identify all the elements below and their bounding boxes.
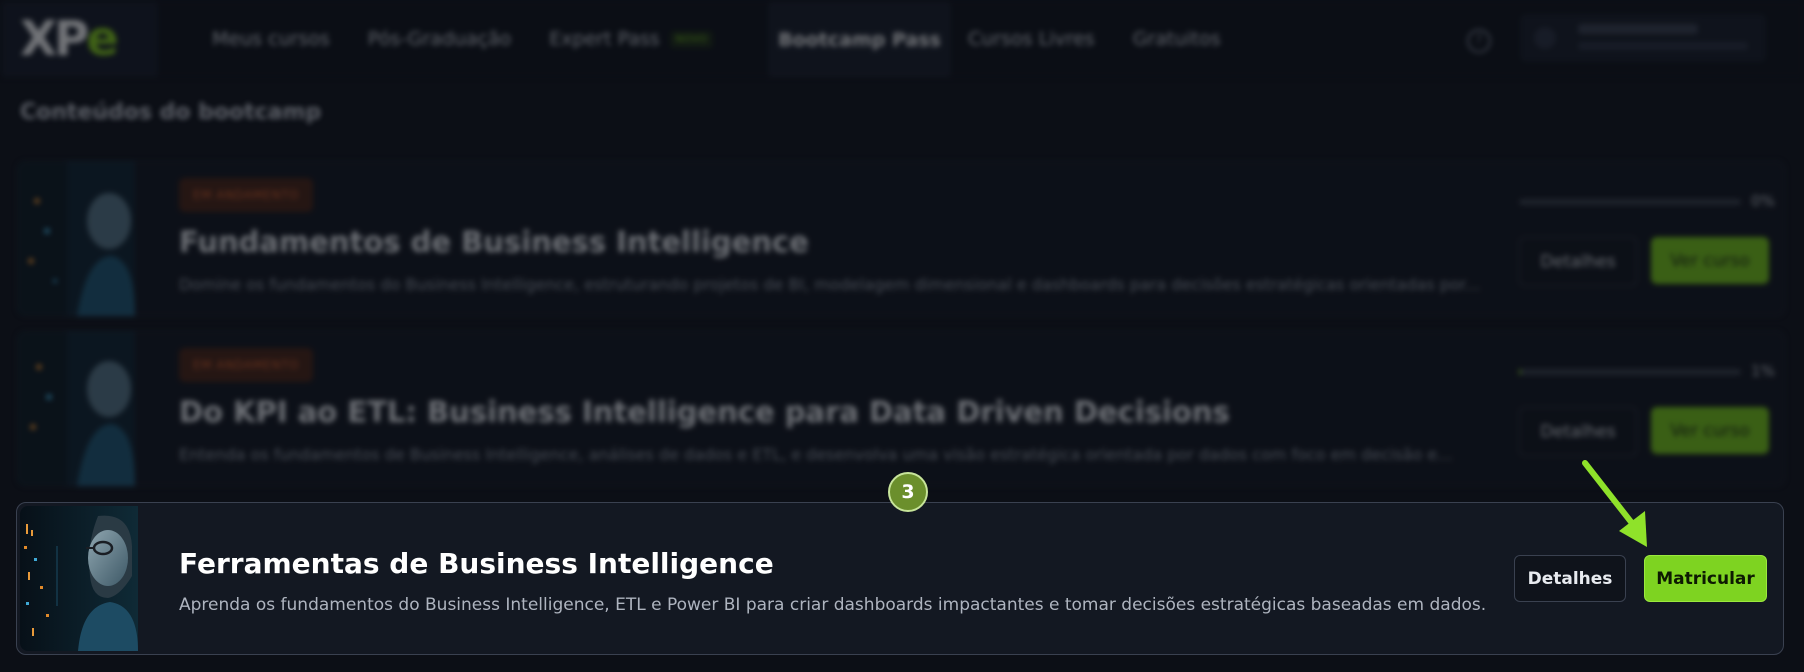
page: XPe Meus cursos Pós-Graduação Expert Pas… [0, 0, 1804, 672]
top-navigation-bar: XPe Meus cursos Pós-Graduação Expert Pas… [0, 0, 1804, 78]
nav-cursos-livres[interactable]: Cursos Livres [968, 28, 1095, 50]
progress-percent: 0% [1751, 192, 1775, 210]
nav-expert-pass[interactable]: Expert Pass NOVO [549, 28, 714, 50]
status-badge: EM ANDAMENTO [179, 178, 313, 212]
pointer-arrow-icon [1582, 460, 1647, 547]
user-email-placeholder [1578, 42, 1748, 50]
course-thumbnail [17, 331, 135, 486]
status-badge: EM ANDAMENTO [179, 348, 313, 382]
course-description: Entenda os fundamentos de Business Intel… [179, 445, 1453, 464]
new-badge: NOVO [669, 30, 714, 48]
enroll-button[interactable]: Matricular [1644, 555, 1767, 602]
course-card: EM ANDAMENTO Fundamentos de Business Int… [16, 160, 1786, 317]
nav-gratuitos[interactable]: Gratuitos [1133, 28, 1221, 50]
avatar [1534, 27, 1556, 49]
course-description: Domine os fundamentos do Business Intell… [179, 275, 1479, 294]
course-thumbnail [20, 506, 138, 651]
view-course-button[interactable]: Ver curso [1651, 407, 1769, 454]
section-title: Conteúdos do bootcamp [20, 100, 322, 125]
details-button[interactable]: Detalhes [1519, 407, 1637, 456]
course-description: Aprenda os fundamentos do Business Intel… [179, 595, 1487, 615]
nav-bootcamp-pass-active[interactable]: Bootcamp Pass [768, 2, 951, 77]
details-button[interactable]: Detalhes [1519, 237, 1637, 286]
main-nav-continued: Cursos Livres Gratuitos [968, 0, 1259, 78]
xpe-logo[interactable]: XPe [20, 11, 119, 67]
view-course-button[interactable]: Ver curso [1651, 237, 1769, 284]
course-card: EM ANDAMENTO Do KPI ao ETL: Business Int… [16, 330, 1786, 487]
details-button[interactable]: Detalhes [1514, 555, 1626, 602]
user-name-placeholder [1578, 24, 1698, 34]
progress-bar [1519, 199, 1741, 205]
highlighted-course-card: Ferramentas de Business Intelligence Apr… [16, 502, 1784, 655]
logo-container[interactable]: XPe [2, 2, 158, 77]
user-menu[interactable] [1520, 14, 1766, 62]
main-nav: Meus cursos Pós-Graduação Expert Pass NO… [212, 0, 751, 78]
progress-percent: 1% [1751, 362, 1775, 380]
course-title: Ferramentas de Business Intelligence [179, 547, 774, 580]
course-title: Fundamentos de Business Intelligence [179, 225, 809, 259]
progress-bar [1519, 369, 1741, 375]
course-thumbnail [17, 161, 135, 316]
tutorial-step-badge: 3 [888, 472, 928, 512]
nav-pos-graduacao[interactable]: Pós-Graduação [368, 28, 512, 50]
question-circle-icon[interactable]: ? [1467, 29, 1491, 53]
course-title: Do KPI ao ETL: Business Intelligence par… [179, 395, 1230, 429]
nav-meus-cursos[interactable]: Meus cursos [212, 28, 330, 50]
